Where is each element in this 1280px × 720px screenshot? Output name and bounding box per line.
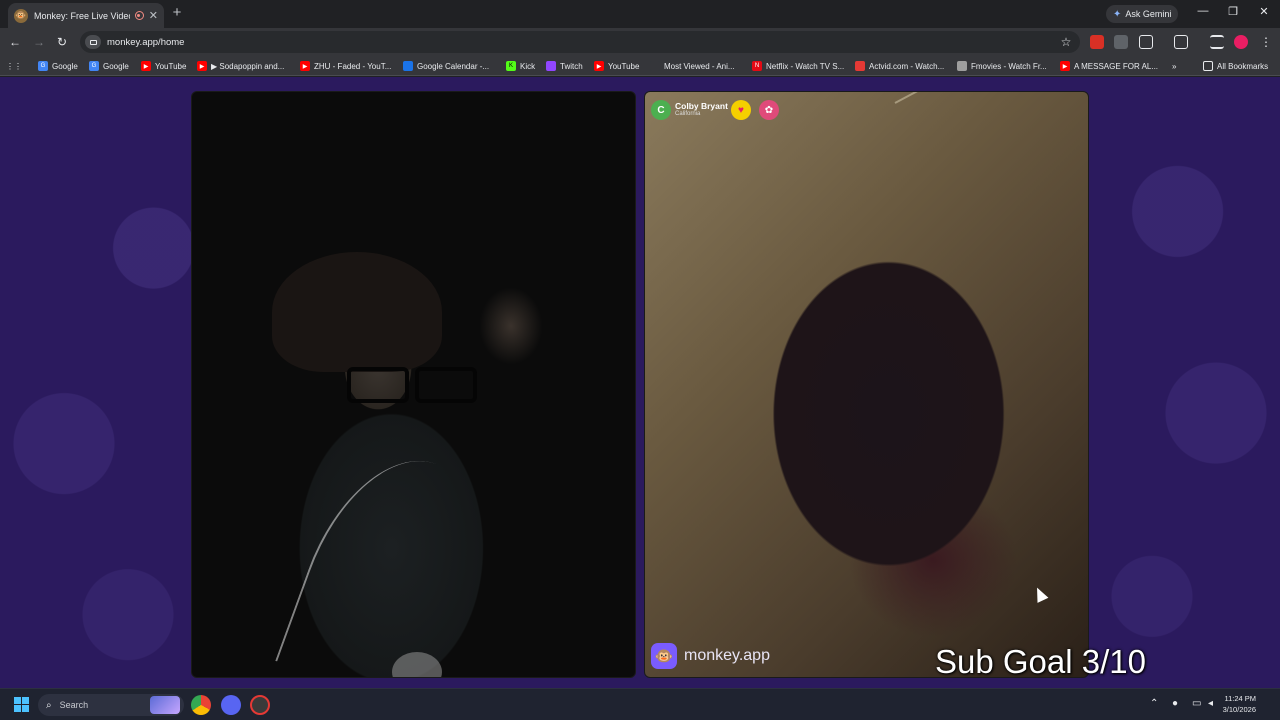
profile-avatar-icon[interactable] <box>1234 35 1248 49</box>
video-subject-glasses <box>347 367 477 403</box>
heart-icon[interactable]: ♥ <box>731 100 751 120</box>
google-icon: G <box>38 61 48 71</box>
browser-tab-strip: 🐵 Monkey: Free Live Video Ch ✕ + ✦ Ask G… <box>0 0 1280 28</box>
wall-edge <box>894 92 1088 104</box>
ask-gemini-label: Ask Gemini <box>1125 9 1172 19</box>
apps-grid-icon[interactable]: ⋮⋮ <box>6 59 22 73</box>
twitch-icon <box>546 61 556 71</box>
search-placeholder: Search <box>59 700 89 710</box>
gemini-icon: ✦ <box>1113 8 1122 20</box>
partner-name: Colby Bryant <box>675 101 728 111</box>
new-tab-button[interactable]: + <box>168 4 186 22</box>
ask-gemini-button[interactable]: ✦ Ask Gemini <box>1106 5 1179 23</box>
monkey-page: C Colby Bryant California ♥ ✿ 🐵 monkey.a… <box>0 77 1280 688</box>
earphone-cable <box>275 435 489 677</box>
actvid-icon <box>855 61 865 71</box>
all-bookmarks-button[interactable]: All Bookmarks <box>1203 59 1268 73</box>
monkey-favicon-icon: 🐵 <box>14 8 28 23</box>
netflix-icon: N <box>752 61 762 71</box>
clock-time: 11:24 PM <box>1224 694 1256 703</box>
bookmark-item[interactable]: G Google <box>38 59 78 73</box>
bookmark-star-icon[interactable]: ☆ <box>1056 31 1076 53</box>
youtube-icon: ▶ <box>1060 61 1070 71</box>
recording-icon <box>134 11 144 20</box>
monkey-watermark: 🐵 monkey.app <box>651 643 770 669</box>
video-subject-hair <box>272 252 442 372</box>
extension-1-icon[interactable] <box>1090 35 1104 49</box>
fmovies-icon <box>957 61 967 71</box>
avatar: C <box>651 100 671 120</box>
youtube-icon: ▶ <box>197 61 207 71</box>
sub-goal-overlay: Sub Goal 3/10 <box>935 643 1146 680</box>
address-bar[interactable]: monkey.app/home ☆ <box>80 31 1080 53</box>
windows-start-icon[interactable] <box>14 697 29 712</box>
tab-monkey[interactable]: 🐵 Monkey: Free Live Video Ch ✕ <box>8 3 164 28</box>
bookmark-item[interactable]: G Google <box>89 59 129 73</box>
bookmark-item[interactable]: N Netflix - Watch TV S... <box>752 59 844 73</box>
partner-info[interactable]: C Colby Bryant California <box>651 99 728 121</box>
bookmark-item[interactable]: ▶ YouTube <box>141 59 186 73</box>
bookmark-item[interactable]: ▶ ZHU - Faded - YouT... <box>300 59 391 73</box>
bookmark-item[interactable]: Actvid.com - Watch... <box>855 59 944 73</box>
network-icon[interactable]: ▭ <box>1192 698 1201 709</box>
search-icon: ⌕ <box>46 699 52 711</box>
bookmarks-bar: ⋮⋮ G Google G Google ▶ YouTube ▶ ▶ Sodapoppi… <box>0 56 1280 76</box>
tray-overflow-chevron-icon[interactable]: ⌃ <box>1150 698 1158 709</box>
restore-button[interactable]: ❐ <box>1225 5 1241 18</box>
youtube-icon: ▶ <box>300 61 310 71</box>
site-info-icon[interactable] <box>85 35 101 49</box>
cast-icon[interactable] <box>1174 35 1188 49</box>
obs-icon[interactable] <box>250 695 270 715</box>
volume-icon[interactable]: ◂ <box>1208 698 1213 709</box>
anime-icon <box>650 61 660 71</box>
kick-icon: K <box>506 61 516 71</box>
close-window-button[interactable]: ✕ <box>1256 5 1272 18</box>
bookmark-item[interactable]: Most Viewed - Ani... <box>650 59 735 73</box>
back-button[interactable]: ← <box>6 33 24 51</box>
bookmark-item[interactable]: ▶ ▶ Sodapoppin and... <box>197 59 284 73</box>
brand-text: monkey.app <box>684 647 770 664</box>
bookmark-item[interactable]: Google Calendar -... <box>403 59 489 73</box>
browser-toolbar: ← → ↻ monkey.app/home ☆ ⋮ <box>0 28 1280 56</box>
chrome-icon[interactable] <box>191 695 211 715</box>
google-icon: G <box>89 61 99 71</box>
partner-video-feed: C Colby Bryant California ♥ ✿ 🐵 monkey.a… <box>644 91 1089 678</box>
discord-icon[interactable] <box>221 695 241 715</box>
search-highlight-icon <box>150 696 180 714</box>
youtube-icon: ▶ <box>141 61 151 71</box>
bookmark-item[interactable]: ▶ A MESSAGE FOR AL... <box>1060 59 1158 73</box>
more-bookmarks-chevron-icon[interactable]: » <box>1172 59 1176 73</box>
media-controls-icon[interactable] <box>1210 35 1224 49</box>
folder-icon <box>1203 61 1213 71</box>
calendar-icon <box>403 61 413 71</box>
reaction-icon[interactable]: ✿ <box>759 100 779 120</box>
tab-title: Monkey: Free Live Video Ch <box>34 10 130 21</box>
bookmark-item[interactable]: ▶ YouTube <box>594 59 639 73</box>
extensions-puzzle-icon[interactable] <box>1139 35 1153 49</box>
taskbar-search[interactable]: ⌕ Search <box>38 694 184 716</box>
clock-date: 3/10/2026 <box>1222 705 1256 714</box>
windows-taskbar: ⌕ Search ⌃ ● ▭ ◂ 11:24 PM 3/10/2026 <box>0 688 1280 720</box>
system-clock[interactable]: 11:24 PM 3/10/2026 <box>1223 693 1256 715</box>
extension-2-icon[interactable] <box>1114 35 1128 49</box>
menu-kebab-icon[interactable]: ⋮ <box>1257 33 1275 51</box>
bookmark-item[interactable]: Fmovies - Watch Fr... <box>957 59 1047 73</box>
monkey-logo-icon: 🐵 <box>651 643 677 669</box>
forward-button[interactable]: → <box>30 33 48 51</box>
reload-button[interactable]: ↻ <box>53 33 71 51</box>
partner-location: California <box>675 111 701 117</box>
url-text[interactable]: monkey.app/home <box>107 37 184 48</box>
minimize-button[interactable]: — <box>1195 5 1211 17</box>
close-tab-icon[interactable]: ✕ <box>149 9 158 22</box>
bookmark-item[interactable]: Twitch <box>546 59 583 73</box>
microphone-icon[interactable]: ● <box>1172 698 1178 709</box>
youtube-icon: ▶ <box>594 61 604 71</box>
bookmark-item[interactable]: K Kick <box>506 59 535 73</box>
self-video-feed <box>191 91 636 678</box>
